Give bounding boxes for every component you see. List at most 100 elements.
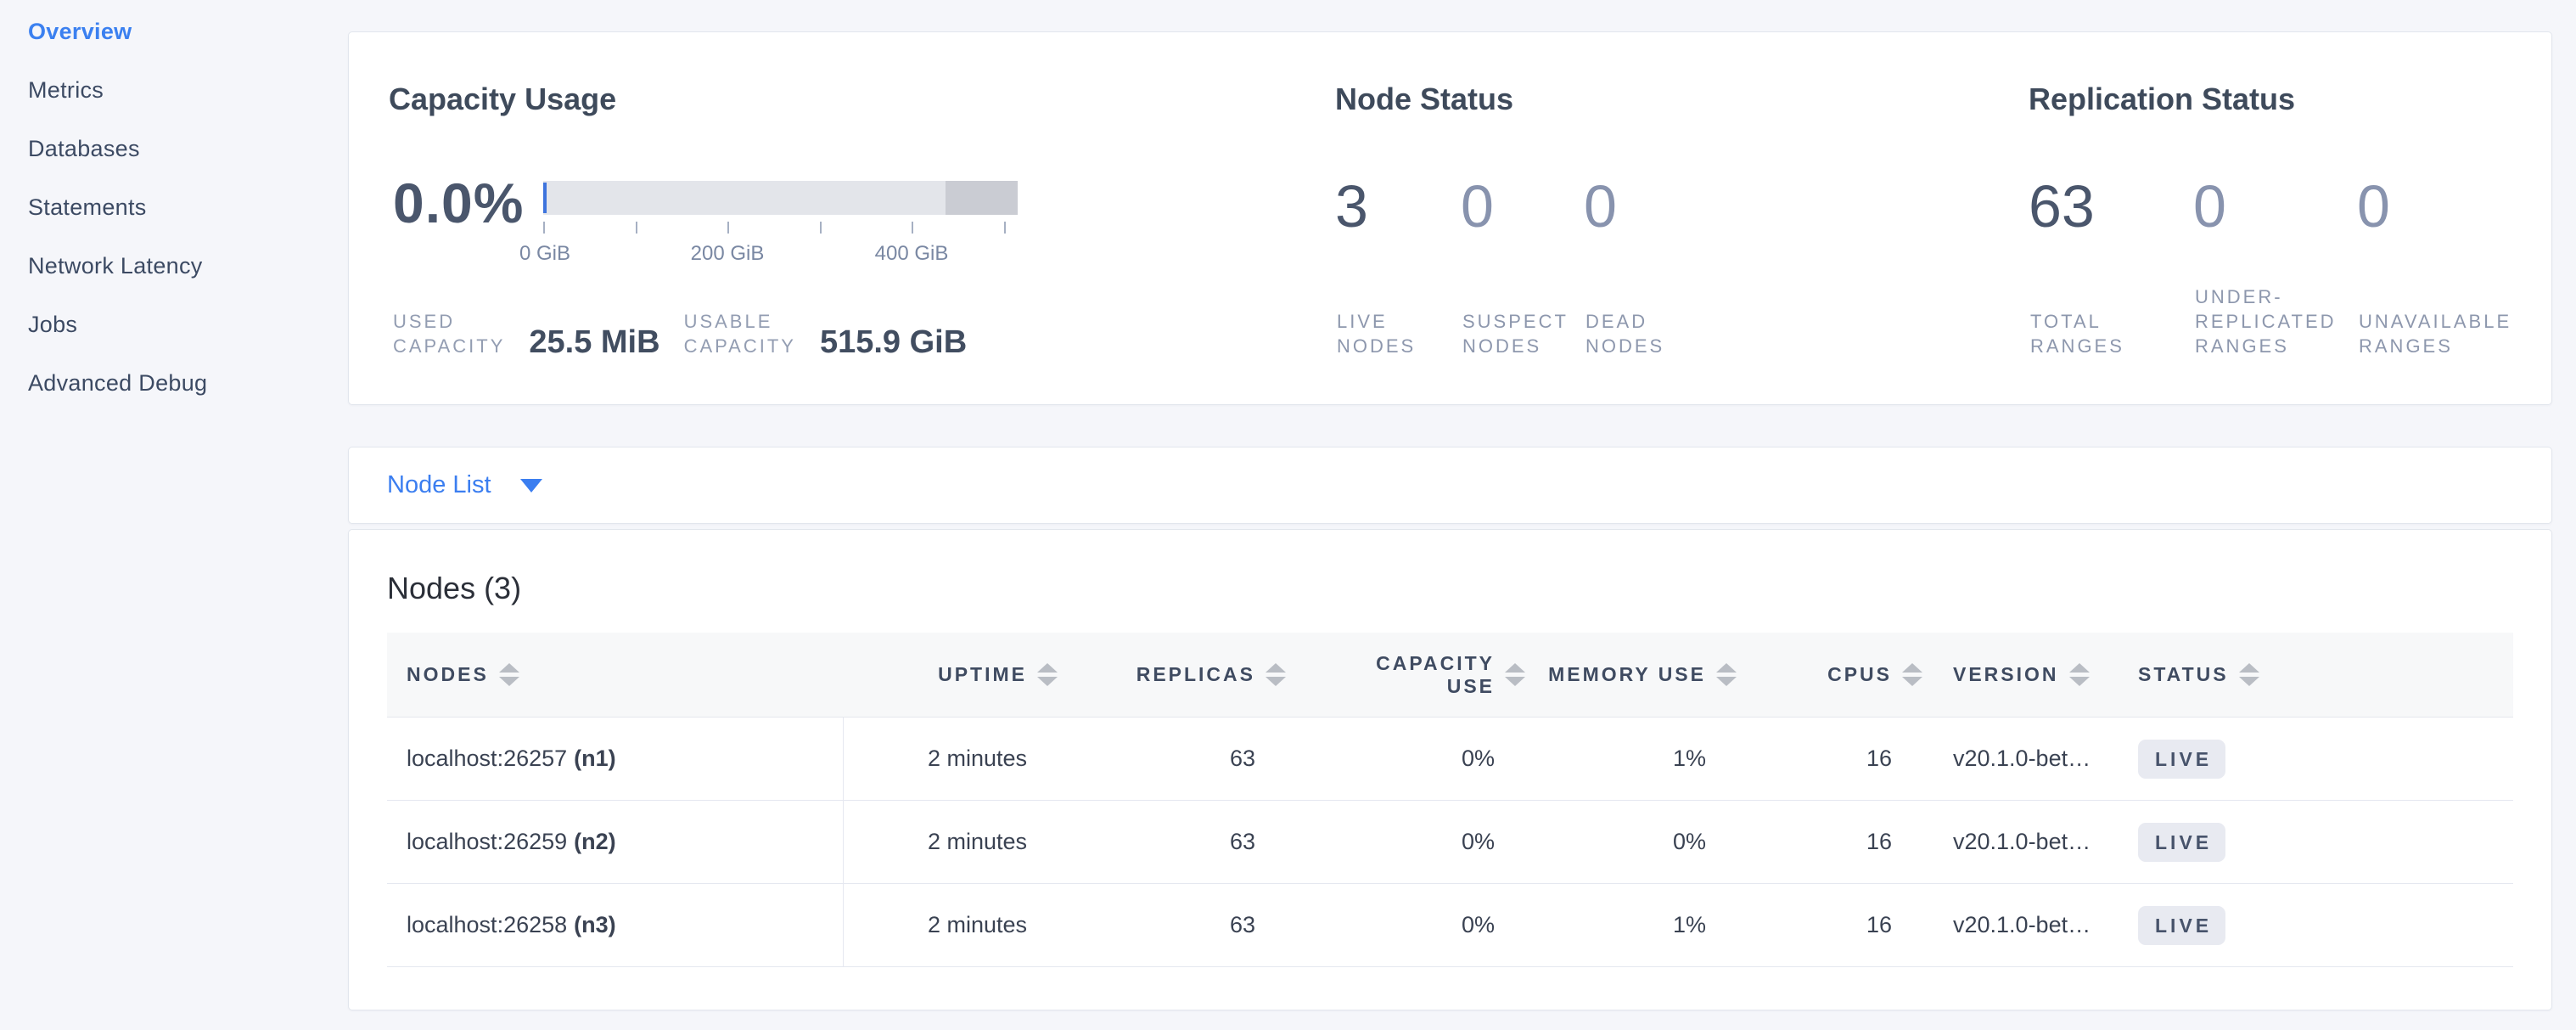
nodes-table-card: Nodes (3) NODES UPTIME REPLICAS CAPACITY… [348, 529, 2552, 1010]
sidebar-item-databases[interactable]: Databases [28, 132, 348, 166]
node-status-title: Node Status [1335, 82, 1513, 117]
table-row-node-3[interactable]: localhost:26258 (n3) 2 minutes 63 0% 1% … [387, 884, 2513, 967]
total-ranges-count: 63 [2029, 172, 2095, 240]
status-badge: LIVE [2138, 823, 2225, 862]
version-cell: v20.1.0-bet… [1892, 746, 2138, 772]
suspect-nodes-label: SUSPECT NODES [1462, 309, 1569, 358]
view-selector-card: Node List [348, 447, 2552, 524]
cpus-cell: 16 [1706, 829, 1892, 855]
uptime-cell: 2 minutes [844, 912, 1027, 938]
column-header-capacity-use[interactable]: CAPACITY USE [1255, 652, 1525, 698]
node-id: (n1) [574, 746, 616, 772]
total-ranges-label: TOTAL RANGES [2030, 309, 2124, 358]
nodes-table-header: NODES UPTIME REPLICAS CAPACITY USE MEMOR… [387, 633, 2513, 718]
sidebar-nav: Overview Metrics Databases Statements Ne… [28, 14, 348, 400]
memory-use-cell: 1% [1495, 746, 1706, 772]
column-header-status[interactable]: STATUS [2138, 663, 2513, 686]
replication-status-title: Replication Status [2029, 82, 2295, 117]
total-ranges-stat: 63 TOTAL RANGES [2029, 172, 2095, 376]
capacity-use-cell: 0% [1255, 746, 1495, 772]
live-nodes-label: LIVE NODES [1337, 309, 1416, 358]
nodes-table-title: Nodes (3) [387, 571, 2513, 606]
replicas-cell: 63 [1027, 912, 1255, 938]
axis-tick [636, 222, 637, 234]
column-header-replicas[interactable]: REPLICAS [1027, 663, 1286, 686]
suspect-nodes-count: 0 [1461, 172, 1494, 240]
cpus-cell: 16 [1706, 746, 1892, 772]
sort-icon[interactable] [2239, 663, 2259, 686]
used-capacity-value: 25.5 MiB [529, 324, 659, 361]
sidebar: Overview Metrics Databases Statements Ne… [0, 0, 348, 1030]
capacity-use-cell: 0% [1255, 912, 1495, 938]
table-row-node-2[interactable]: localhost:26259 (n2) 2 minutes 63 0% 0% … [387, 801, 2513, 884]
column-header-uptime[interactable]: UPTIME [844, 663, 1058, 686]
replication-status-panel: Replication Status 63 TOTAL RANGES 0 UND… [2029, 32, 2576, 404]
suspect-nodes-stat: 0 SUSPECT NODES [1461, 172, 1494, 376]
column-header-memory-use[interactable]: MEMORY USE [1495, 663, 1737, 686]
column-header-nodes[interactable]: NODES [387, 663, 844, 686]
under-replicated-ranges-count: 0 [2193, 172, 2226, 240]
column-header-version[interactable]: VERSION [1892, 663, 2138, 686]
sidebar-item-jobs[interactable]: Jobs [28, 307, 348, 341]
axis-tick [912, 222, 913, 234]
sidebar-item-metrics[interactable]: Metrics [28, 73, 348, 107]
dead-nodes-count: 0 [1584, 172, 1617, 240]
dead-nodes-label: DEAD NODES [1585, 309, 1664, 358]
version-cell: v20.1.0-bet… [1892, 829, 2138, 855]
node-id: (n2) [574, 829, 616, 855]
uptime-cell: 2 minutes [844, 746, 1027, 772]
node-list-dropdown[interactable]: Node List [387, 471, 542, 499]
cluster-summary-card: Capacity Usage 0.0% 0 GiB 200 GiB 400 [348, 31, 2552, 405]
capacity-gauge: 0 GiB 200 GiB 400 GiB [543, 181, 1018, 291]
uptime-cell: 2 minutes [844, 829, 1027, 855]
table-row-node-1[interactable]: localhost:26257 (n1) 2 minutes 63 0% 1% … [387, 718, 2513, 801]
sort-icon[interactable] [499, 663, 519, 686]
cluster-overview-page: Overview Metrics Databases Statements Ne… [0, 0, 2576, 1030]
capacity-usage-title: Capacity Usage [389, 82, 616, 117]
sort-icon[interactable] [2069, 663, 2090, 686]
memory-use-cell: 0% [1495, 829, 1706, 855]
column-header-cpus[interactable]: CPUS [1706, 663, 1922, 686]
node-status-panel: Node Status 3 LIVE NODES 0 SUSPECT NODES… [1335, 32, 2014, 404]
sidebar-item-advanced-debug[interactable]: Advanced Debug [28, 366, 348, 400]
status-badge: LIVE [2138, 906, 2225, 945]
unavailable-ranges-count: 0 [2357, 172, 2390, 240]
used-capacity-label: USED CAPACITY [393, 309, 505, 358]
capacity-used-percent: 0.0% [393, 171, 524, 235]
axis-tick-label: 400 GiB [875, 242, 949, 266]
axis-tick [1004, 222, 1006, 234]
replicas-cell: 63 [1027, 746, 1255, 772]
live-nodes-count: 3 [1335, 172, 1368, 240]
memory-use-cell: 1% [1495, 912, 1706, 938]
cpus-cell: 16 [1706, 912, 1892, 938]
unavailable-ranges-stat: 0 UNAVAILABLE RANGES [2357, 172, 2390, 376]
usable-capacity-value: 515.9 GiB [820, 324, 967, 361]
capacity-gauge-reserved-segment [946, 181, 1018, 215]
axis-tick [543, 222, 545, 234]
usable-capacity-label: USABLE CAPACITY [684, 309, 796, 358]
main-content: Capacity Usage 0.0% 0 GiB 200 GiB 400 [348, 0, 2576, 1030]
live-nodes-stat: 3 LIVE NODES [1335, 172, 1368, 376]
axis-tick [820, 222, 822, 234]
version-cell: v20.1.0-bet… [1892, 912, 2138, 938]
node-id: (n3) [574, 912, 616, 938]
sidebar-item-statements[interactable]: Statements [28, 190, 348, 224]
node-address[interactable]: localhost:26259 (n2) [387, 801, 844, 883]
sidebar-item-network-latency[interactable]: Network Latency [28, 249, 348, 283]
capacity-gauge-bar [543, 181, 1018, 215]
capacity-usage-panel: Capacity Usage 0.0% 0 GiB 200 GiB 400 [389, 32, 1331, 404]
node-address[interactable]: localhost:26258 (n3) [387, 884, 844, 966]
sidebar-item-overview[interactable]: Overview [28, 14, 348, 48]
node-address[interactable]: localhost:26257 (n1) [387, 718, 844, 800]
node-list-dropdown-label: Node List [387, 471, 491, 499]
chevron-down-icon [520, 479, 542, 492]
replicas-cell: 63 [1027, 829, 1255, 855]
unavailable-ranges-label: UNAVAILABLE RANGES [2359, 309, 2511, 358]
axis-tick-label: 0 GiB [519, 242, 570, 266]
capacity-gauge-used-marker [543, 183, 547, 213]
axis-tick-label: 200 GiB [691, 242, 765, 266]
axis-tick [727, 222, 729, 234]
capacity-metrics: USED CAPACITY 25.5 MiB USABLE CAPACITY 5… [393, 309, 991, 358]
status-badge: LIVE [2138, 740, 2225, 779]
dead-nodes-stat: 0 DEAD NODES [1584, 172, 1617, 376]
